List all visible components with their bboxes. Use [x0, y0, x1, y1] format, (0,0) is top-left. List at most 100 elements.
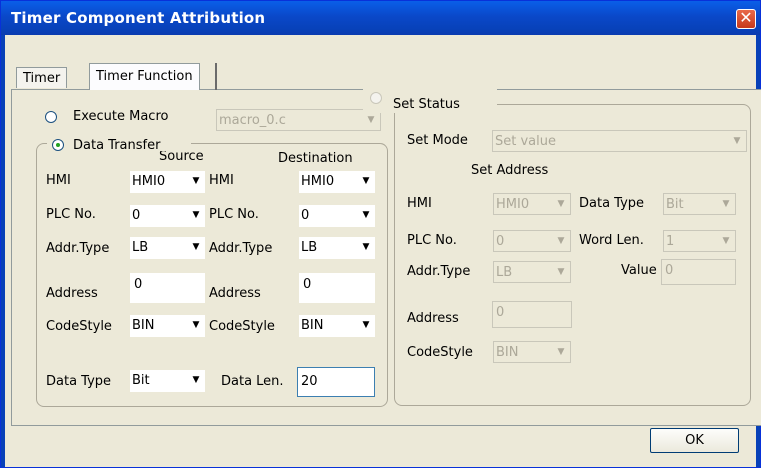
- source-addr-type-select[interactable]: LB ▼: [130, 237, 205, 259]
- left-frame: [1, 35, 5, 467]
- data-len-value: 20: [301, 374, 318, 389]
- dest-addr-type-select[interactable]: LB ▼: [299, 237, 375, 259]
- tab-timer[interactable]: Timer: [16, 67, 68, 88]
- set-mode-value: Set value: [495, 134, 556, 149]
- source-hmi-select[interactable]: HMI0 ▼: [130, 171, 205, 193]
- chevron-down-icon: ▼: [362, 176, 370, 186]
- set-status-radio[interactable]: [370, 92, 382, 104]
- value-label: Value: [621, 263, 657, 278]
- dest-plc-select[interactable]: 0 ▼: [299, 205, 375, 227]
- data-len-label: Data Len.: [221, 374, 284, 389]
- dest-addr-type-label: Addr.Type: [209, 241, 273, 256]
- chevron-down-icon: ▼: [733, 136, 741, 146]
- set-data-type-value: Bit: [666, 197, 684, 212]
- data-transfer-label: Data Transfer: [73, 138, 161, 153]
- set-addr-type-label: Addr.Type: [407, 264, 471, 279]
- chevron-down-icon: ▼: [192, 375, 200, 385]
- destination-header: Destination: [278, 152, 353, 165]
- set-plc-label: PLC No.: [407, 233, 457, 248]
- tab-timer-function[interactable]: Timer Function: [89, 63, 200, 90]
- dest-plc-value: 0: [301, 208, 310, 223]
- data-len-input[interactable]: 20: [297, 367, 375, 397]
- chevron-down-icon: ▼: [362, 210, 370, 220]
- ok-button-label: OK: [685, 433, 704, 448]
- dialog-window: Timer Component Attribution ✕ Timer Time…: [0, 0, 761, 468]
- tab-timer-label: Timer: [23, 71, 61, 86]
- set-codestyle-select[interactable]: BIN ▼: [493, 341, 571, 363]
- data-type-select[interactable]: Bit ▼: [130, 370, 205, 392]
- close-button[interactable]: ✕: [736, 9, 756, 29]
- execute-macro-label: Execute Macro: [73, 109, 169, 124]
- set-data-type-select[interactable]: Bit ▼: [663, 193, 736, 215]
- dest-hmi-select[interactable]: HMI0 ▼: [299, 171, 375, 193]
- dest-codestyle-value: BIN: [301, 318, 324, 333]
- source-address-value: 0: [134, 277, 143, 292]
- dest-codestyle-select[interactable]: BIN ▼: [299, 315, 375, 337]
- source-codestyle-select[interactable]: BIN ▼: [130, 315, 205, 337]
- set-hmi-label: HMI: [407, 196, 432, 211]
- dest-address-value: 0: [303, 277, 312, 292]
- set-address-label: Address: [407, 311, 459, 326]
- chevron-down-icon: ▼: [722, 236, 730, 246]
- dest-hmi-value: HMI0: [301, 174, 335, 189]
- ok-button[interactable]: OK: [650, 428, 739, 453]
- macro-select-value: macro_0.c: [219, 113, 286, 128]
- dest-plc-label: PLC No.: [209, 207, 259, 222]
- dest-hmi-label: HMI: [209, 173, 234, 188]
- chevron-down-icon: ▼: [557, 236, 565, 246]
- set-mode-select[interactable]: Set value ▼: [492, 130, 747, 152]
- chevron-down-icon: ▼: [557, 267, 565, 277]
- set-status-label: Set Status: [393, 97, 460, 112]
- source-plc-select[interactable]: 0 ▼: [130, 205, 205, 227]
- chevron-down-icon: ▼: [557, 199, 565, 209]
- macro-select[interactable]: macro_0.c ▼: [216, 109, 381, 131]
- set-addr-type-select[interactable]: LB ▼: [493, 261, 571, 283]
- title-bar[interactable]: Timer Component Attribution ✕: [1, 1, 760, 35]
- source-address-label: Address: [46, 286, 98, 301]
- set-addr-type-value: LB: [496, 265, 513, 280]
- set-codestyle-value: BIN: [496, 345, 519, 360]
- chevron-down-icon: ▼: [722, 199, 730, 209]
- source-plc-value: 0: [132, 208, 141, 223]
- execute-macro-radio[interactable]: [45, 111, 57, 123]
- dest-addr-type-value: LB: [301, 240, 318, 255]
- word-len-select[interactable]: 1 ▼: [663, 230, 736, 252]
- set-address-input[interactable]: 0: [492, 301, 572, 328]
- chevron-down-icon: ▼: [362, 242, 370, 252]
- chevron-down-icon: ▼: [192, 210, 200, 220]
- source-addr-type-value: LB: [132, 240, 149, 255]
- chevron-down-icon: ▼: [362, 320, 370, 330]
- value-value: 0: [665, 263, 674, 278]
- dest-address-label: Address: [209, 286, 261, 301]
- chevron-down-icon: ▼: [557, 347, 565, 357]
- chevron-down-icon: ▼: [192, 320, 200, 330]
- set-plc-select[interactable]: 0 ▼: [493, 230, 571, 252]
- set-hmi-select[interactable]: HMI0 ▼: [493, 193, 571, 215]
- value-input[interactable]: 0: [661, 259, 736, 285]
- source-plc-label: PLC No.: [46, 207, 96, 222]
- word-len-value: 1: [666, 234, 675, 249]
- window-title: Timer Component Attribution: [11, 9, 266, 27]
- chevron-down-icon: ▼: [367, 115, 375, 125]
- set-data-type-label: Data Type: [579, 196, 645, 211]
- source-hmi-label: HMI: [46, 173, 71, 188]
- dest-address-input[interactable]: 0: [299, 273, 375, 303]
- chevron-down-icon: ▼: [192, 176, 200, 186]
- data-transfer-radio[interactable]: [52, 139, 64, 151]
- close-icon: ✕: [739, 8, 753, 27]
- set-codestyle-label: CodeStyle: [407, 345, 473, 360]
- source-addr-type-label: Addr.Type: [46, 241, 110, 256]
- set-hmi-value: HMI0: [496, 197, 530, 212]
- source-header: Source: [159, 151, 204, 163]
- source-codestyle-label: CodeStyle: [46, 319, 112, 334]
- data-type-value: Bit: [132, 373, 150, 388]
- set-address-value: 0: [496, 305, 505, 320]
- tab-edge: [215, 63, 217, 90]
- source-hmi-value: HMI0: [132, 174, 166, 189]
- source-codestyle-value: BIN: [132, 318, 155, 333]
- word-len-label: Word Len.: [579, 233, 644, 248]
- chevron-down-icon: ▼: [192, 242, 200, 252]
- dest-codestyle-label: CodeStyle: [209, 319, 275, 334]
- set-mode-label: Set Mode: [407, 133, 468, 148]
- source-address-input[interactable]: 0: [130, 273, 205, 303]
